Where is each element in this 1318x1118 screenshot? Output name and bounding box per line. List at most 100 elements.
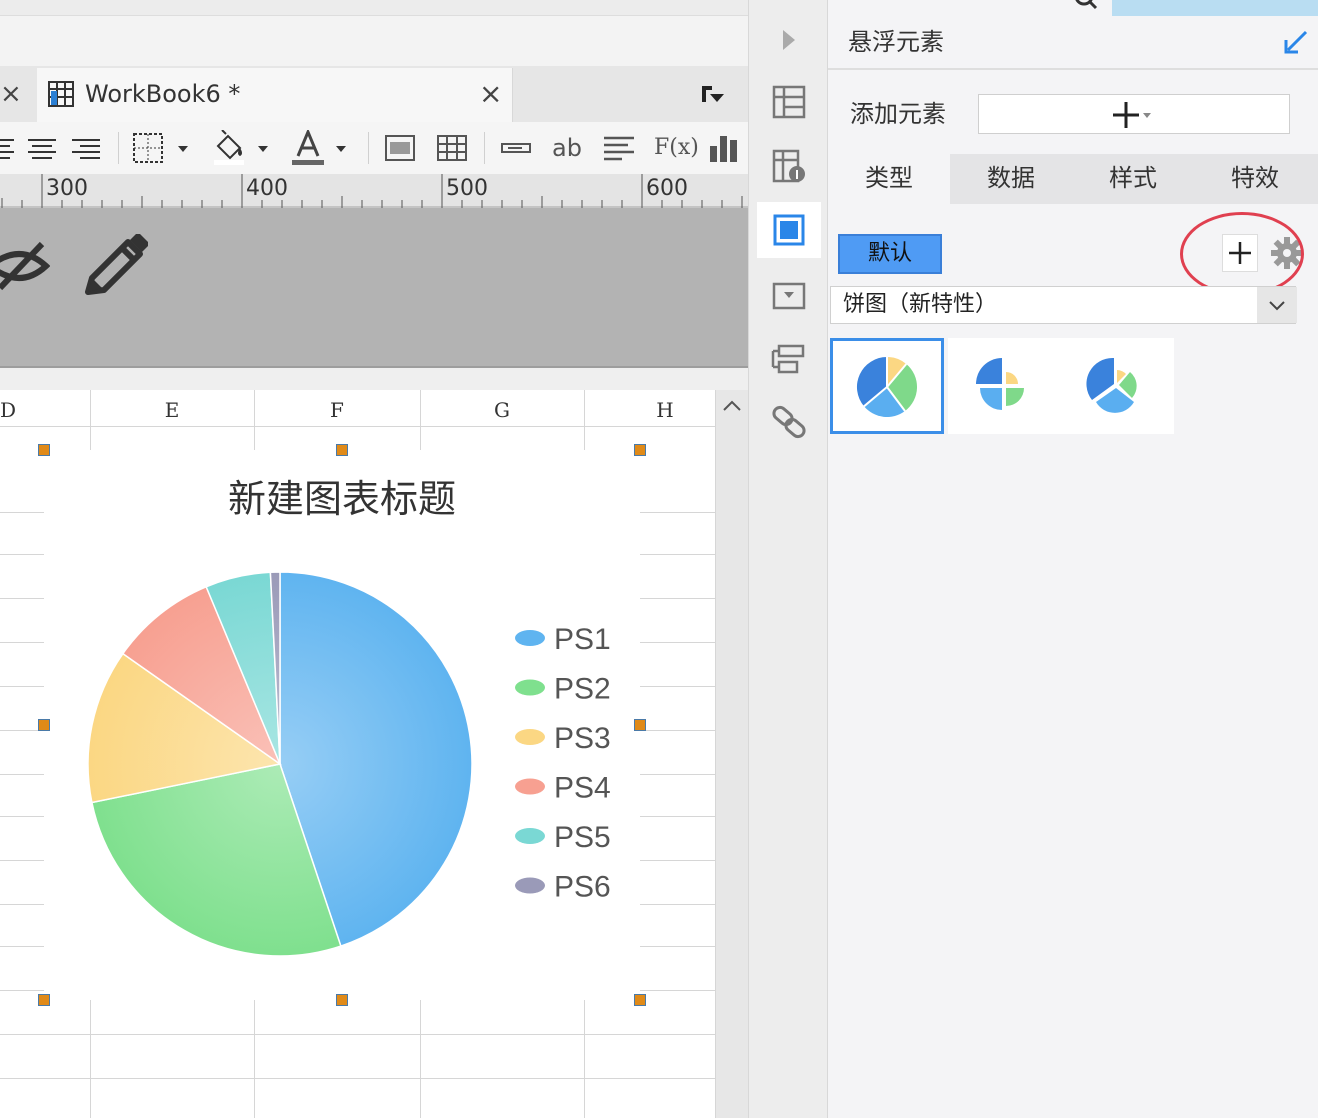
tab-type[interactable]: 类型 [828,154,950,204]
spreadsheet-grid[interactable]: D E F G H 新建图表标题 PS1 PS2 PS3 PS4 PS5 PS6 [0,390,748,1118]
resize-handle[interactable] [634,444,646,456]
sheet-gap [0,368,748,390]
column-header-f[interactable]: F [254,390,420,426]
add-element-label: 添加元素 [850,100,946,128]
legend-marker-ps3[interactable] [515,729,545,745]
tab-workbook6[interactable]: WorkBook6 * × [37,68,513,122]
float-element-panel: 悬浮元素 添加元素 类型 数据 样式 特效 默认 饼图（新特性） [828,0,1318,1118]
window-title-strip [0,0,748,16]
legend-label-ps6[interactable]: PS6 [554,871,611,904]
toolbar-separator [484,132,485,164]
hyperlink-icon[interactable] [771,404,807,440]
window-accent-strip [1112,0,1318,16]
default-style-button[interactable]: 默认 [838,234,942,274]
resize-handle[interactable] [336,444,348,456]
align-center-icon[interactable] [26,130,58,166]
tab-effect[interactable]: 特效 [1194,154,1316,204]
horizontal-ruler: 300 400 500 600 [0,174,748,208]
add-element-button[interactable] [978,94,1290,134]
ruler-label: 300 [46,176,88,201]
split-cells-icon[interactable] [436,130,468,166]
column-header-g[interactable]: G [420,390,584,426]
tab-title: WorkBook6 * [85,80,241,108]
panel-tabs: 类型 数据 样式 特效 [828,154,1318,204]
align-right-icon[interactable] [70,130,102,166]
legend-marker-ps1[interactable] [515,630,545,646]
tab-menu-icon[interactable] [700,82,728,110]
fill-color-icon[interactable] [212,130,272,166]
column-header-d[interactable]: D [0,390,20,426]
chart-icon[interactable] [708,130,740,166]
grid-line [0,1078,715,1079]
collapse-arrow-icon[interactable] [779,28,799,52]
ruler-label: 500 [446,176,488,201]
pie-chart-thumb-icon [856,356,918,418]
widget-icon[interactable] [771,278,807,314]
tab-data[interactable]: 数据 [950,154,1072,204]
cell-property-icon[interactable] [771,84,807,120]
ruler-label: 600 [646,176,688,201]
pie-quadrant-thumb[interactable] [948,338,1062,434]
workbook-icon [48,81,74,107]
merge-cells-icon[interactable] [384,130,416,166]
vertical-scrollbar[interactable] [715,390,748,1118]
ruler-ticks [1,174,743,208]
font-color-icon[interactable] [290,130,350,166]
scroll-up-icon[interactable] [720,394,744,418]
align-left-icon[interactable] [0,130,16,166]
grid-line [0,426,715,427]
resize-handle[interactable] [38,444,50,456]
sidebar-icon-strip [748,0,828,1118]
text-ab-icon[interactable]: ab [552,130,582,166]
tab-style[interactable]: 样式 [1072,154,1194,204]
float-element-icon[interactable] [771,212,807,248]
toolbar-separator [368,132,369,164]
text-field-icon[interactable] [500,130,532,166]
resize-handle[interactable] [634,994,646,1006]
chart-type-select-value: 饼图（新特性） [843,292,998,317]
header-band [0,208,748,368]
toolbar-separator [118,132,119,164]
legend-label-ps1[interactable]: PS1 [554,623,611,656]
dock-arrow-icon[interactable] [1282,28,1310,56]
legend-marker-ps4[interactable] [515,778,545,795]
panel-header: 悬浮元素 [828,16,1318,70]
select-dropdown-button[interactable] [1257,287,1297,323]
chevron-down-icon [1269,301,1285,311]
plus-dropdown-icon [1113,102,1151,128]
cell-info-icon[interactable] [771,148,807,184]
chart-title: 新建图表标题 [228,479,456,521]
pencil-icon[interactable] [82,234,148,300]
search-icon[interactable] [1074,0,1098,10]
pie-exploded-thumb-icon [1086,357,1137,413]
ruler-label: 400 [246,176,288,201]
legend-label-ps2[interactable]: PS2 [554,673,611,706]
legend-label-ps3[interactable]: PS3 [554,722,611,755]
hide-eye-icon[interactable] [0,236,50,292]
highlight-circle-annotation [1180,212,1304,296]
legend-marker-ps6[interactable] [515,877,545,894]
panel-title: 悬浮元素 [848,28,944,56]
chart-type-select[interactable]: 饼图（新特性） [830,286,1297,324]
resize-handle[interactable] [38,994,50,1006]
tab-close-icon[interactable]: × [479,78,502,110]
previous-tab-close-icon[interactable]: × [0,80,24,108]
paragraph-icon[interactable] [602,130,636,166]
pie-chart-thumb[interactable] [830,338,944,434]
resize-handle[interactable] [634,719,646,731]
formula-icon[interactable]: F(x) [654,130,699,166]
pie-exploded-thumb[interactable] [1060,338,1174,434]
column-header-e[interactable]: E [90,390,254,426]
legend-marker-ps2[interactable] [515,679,545,696]
pie-chart: 新建图表标题 PS1 PS2 PS3 PS4 PS5 PS6 [87,479,611,957]
resize-handle[interactable] [336,994,348,1006]
grid-line [0,1034,715,1035]
legend-label-ps4[interactable]: PS4 [554,772,611,805]
pie-chart-widget[interactable]: 新建图表标题 PS1 PS2 PS3 PS4 PS5 PS6 [44,450,640,1000]
border-icon[interactable] [132,130,192,166]
pie-quadrant-thumb-icon [976,358,1024,410]
layout-icon[interactable] [771,342,807,378]
legend-marker-ps5[interactable] [515,828,545,844]
legend-label-ps5[interactable]: PS5 [554,821,611,854]
resize-handle[interactable] [38,719,50,731]
